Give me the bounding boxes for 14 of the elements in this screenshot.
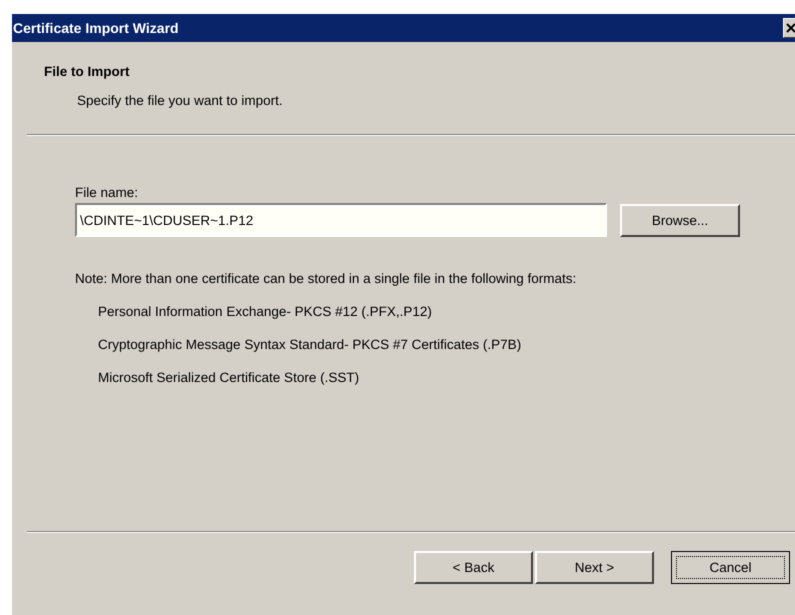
file-name-field[interactable]: \CDINTE~1\CDUSER~1.P12	[75, 203, 607, 237]
wizard-button[interactable]: Cancel	[671, 551, 790, 584]
format-item: Personal Information Exchange- PKCS #12 (.PFX,.P12)	[98, 304, 433, 319]
close-button[interactable]	[783, 18, 795, 38]
format-item: Cryptographic Message Syntax Standard- PKCS #7 Certificates (.P7B)	[98, 337, 522, 352]
note-text: Note: More than one certificate can be stored in a single file in the following formats:	[75, 271, 578, 286]
page-heading: File to Import	[44, 64, 130, 79]
browse-button[interactable]: Browse...	[620, 204, 740, 236]
window-title: Certificate Import Wizard	[12, 20, 179, 36]
field-label: File name:	[75, 185, 140, 200]
page-description: Specify the file you want to import.	[77, 93, 284, 108]
wizard-button[interactable]: Next >	[535, 551, 654, 584]
format-item: Microsoft Serialized Certificate Store (.SST)	[98, 370, 360, 385]
wizard-button[interactable]: < Back	[414, 551, 533, 584]
